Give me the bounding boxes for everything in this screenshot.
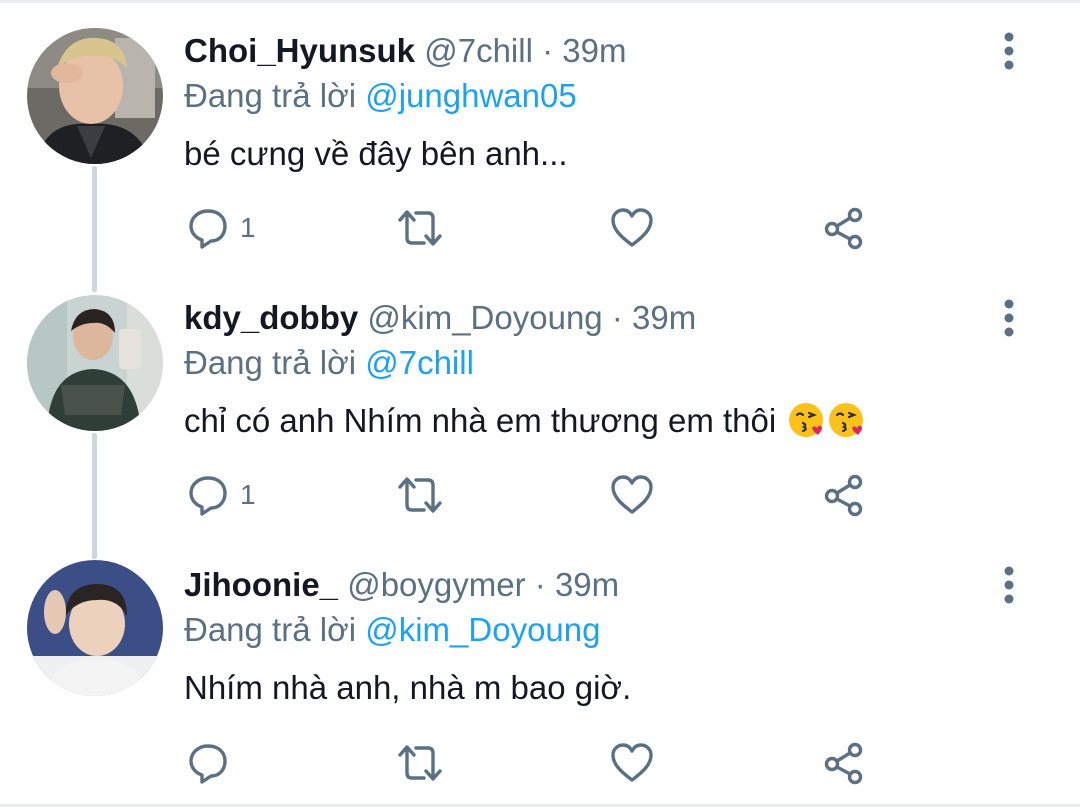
separator-dot: · <box>611 299 623 336</box>
mention-link[interactable]: @junghwan05 <box>365 77 577 114</box>
tweet[interactable]: Choi_Hyunsuk @7chill · 39m Đang trả lời … <box>0 0 1080 270</box>
replying-to: Đang trả lời @7chill <box>184 341 474 385</box>
retweet-button[interactable] <box>396 738 444 788</box>
share-icon <box>824 474 863 517</box>
like-icon <box>611 475 653 514</box>
bottom-divider <box>0 804 1080 807</box>
mention-link[interactable]: @7chill <box>365 344 474 381</box>
more-options-icon[interactable] <box>994 563 1024 607</box>
replying-prefix: Đang trả lời <box>184 344 357 381</box>
display-name[interactable]: kdy_dobby <box>184 299 358 336</box>
retweet-icon <box>398 745 442 781</box>
like-icon <box>611 208 653 247</box>
share-button[interactable] <box>823 203 867 253</box>
tweet-text: bé cưng về đây bên anh... <box>184 135 568 172</box>
separator-dot: · <box>534 566 546 603</box>
face-blowing-a-kiss-icon <box>789 403 824 437</box>
tweet[interactable]: Jihoonie_ @boygymer · 39m Đang trả lời @… <box>0 538 1080 804</box>
reply-button[interactable]: 1 <box>186 470 256 520</box>
retweet-button[interactable] <box>396 203 444 253</box>
like-button[interactable] <box>610 470 654 520</box>
tweet-text: Nhím nhà anh, nhà m bao giờ. <box>184 669 632 706</box>
tweet-header: kdy_dobby @kim_Doyoung · 39m <box>184 296 696 340</box>
separator-dot: · <box>542 32 554 69</box>
display-name[interactable]: Choi_Hyunsuk <box>184 32 415 69</box>
reply-thread: Choi_Hyunsuk @7chill · 39m Đang trả lời … <box>0 0 1080 810</box>
retweet-icon <box>398 210 442 246</box>
timestamp[interactable]: 39m <box>562 32 626 69</box>
reply-icon <box>189 476 227 516</box>
reply-icon <box>189 209 227 249</box>
share-button[interactable] <box>823 738 867 788</box>
replying-to: Đang trả lời @junghwan05 <box>184 74 577 118</box>
reply-button[interactable] <box>186 738 240 788</box>
tweet[interactable]: kdy_dobby @kim_Doyoung · 39m Đang trả lờ… <box>0 270 1080 538</box>
tweet-header: Choi_Hyunsuk @7chill · 39m <box>184 29 626 73</box>
face-blowing-a-kiss-icon <box>829 403 864 437</box>
share-icon <box>824 207 863 250</box>
replying-prefix: Đang trả lời <box>184 77 357 114</box>
share-icon <box>824 742 863 785</box>
like-button[interactable] <box>610 203 654 253</box>
retweet-icon <box>398 477 442 513</box>
retweet-button[interactable] <box>396 470 444 520</box>
replying-prefix: Đang trả lời <box>184 611 357 648</box>
tweet-header: Jihoonie_ @boygymer · 39m <box>184 563 619 607</box>
mention-link[interactable]: @kim_Doyoung <box>365 611 600 648</box>
avatar[interactable] <box>27 295 163 431</box>
avatar[interactable] <box>27 28 163 164</box>
reply-button[interactable]: 1 <box>186 203 256 253</box>
tweet-content: chỉ có anh Nhím nhà em thương em thôi <box>184 399 865 443</box>
user-handle[interactable]: @boygymer <box>347 566 525 603</box>
user-handle[interactable]: @kim_Doyoung <box>367 299 602 336</box>
timestamp[interactable]: 39m <box>632 299 696 336</box>
avatar[interactable] <box>27 560 163 696</box>
share-button[interactable] <box>823 470 867 520</box>
reply-count: 1 <box>240 212 256 243</box>
more-options-icon[interactable] <box>994 296 1024 340</box>
reply-icon <box>189 744 227 784</box>
user-handle[interactable]: @7chill <box>424 32 533 69</box>
timestamp[interactable]: 39m <box>555 566 619 603</box>
more-options-icon[interactable] <box>994 29 1024 73</box>
tweet-text: chỉ có anh Nhím nhà em thương em thôi <box>184 402 777 439</box>
reply-count: 1 <box>240 479 256 510</box>
like-button[interactable] <box>610 738 654 788</box>
display-name[interactable]: Jihoonie_ <box>184 566 338 603</box>
like-icon <box>611 743 653 782</box>
replying-to: Đang trả lời @kim_Doyoung <box>184 608 601 652</box>
